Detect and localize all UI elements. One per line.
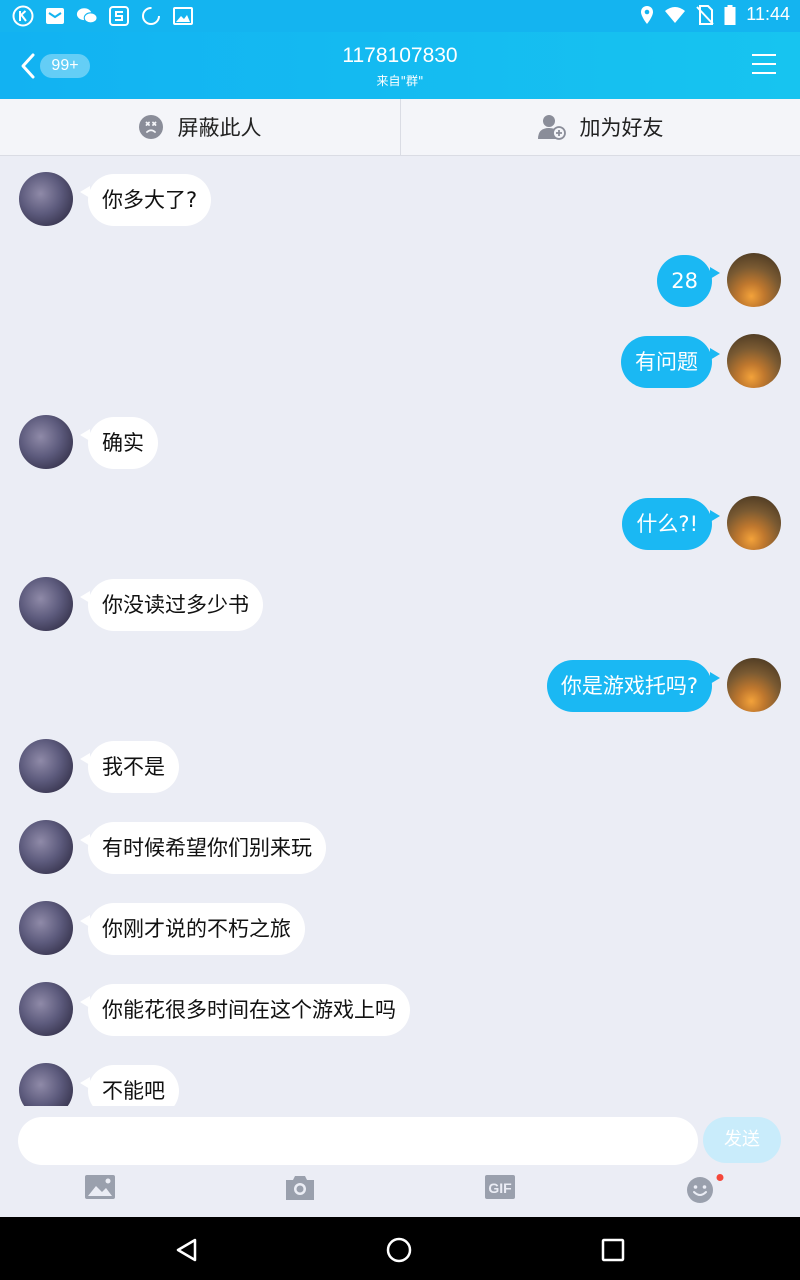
- wifi-icon: [665, 6, 686, 23]
- add-friend-icon: [537, 115, 566, 140]
- location-icon: [641, 5, 654, 24]
- system-nav-bar: [0, 1217, 800, 1280]
- message-bubble[interactable]: 我不是: [80, 741, 179, 793]
- menu-button[interactable]: [752, 54, 776, 76]
- page-title: 1178107830: [342, 44, 458, 67]
- image-icon: [85, 1175, 115, 1199]
- contact-avatar[interactable]: [19, 739, 73, 793]
- message-bubble[interactable]: 你没读过多少书: [80, 579, 263, 631]
- message-row: 不能吧: [0, 1063, 800, 1106]
- nav-recents-button[interactable]: [600, 1237, 626, 1263]
- message-row: 确实: [0, 415, 800, 471]
- k-app-icon: [12, 5, 34, 27]
- contact-avatar[interactable]: [19, 172, 73, 226]
- self-avatar[interactable]: [727, 658, 781, 712]
- notification-icons: [12, 5, 194, 27]
- message-bubble[interactable]: 你刚才说的不朽之旅: [80, 903, 305, 955]
- message-row: 你多大了?: [0, 172, 800, 228]
- photo-button[interactable]: [84, 1174, 118, 1204]
- self-avatar[interactable]: [727, 496, 781, 550]
- emoji-button[interactable]: [684, 1174, 724, 1204]
- triangle-back-icon: [176, 1238, 197, 1262]
- chat-header: 99+ 1178107830 来自"群": [0, 32, 800, 99]
- sync-icon: [140, 5, 162, 27]
- contact-avatar[interactable]: [19, 1063, 73, 1106]
- status-bar: 11:44: [0, 0, 800, 32]
- self-avatar[interactable]: [727, 334, 781, 388]
- no-sim-icon: [696, 4, 715, 25]
- message-row: 你是游戏托吗?: [0, 658, 800, 714]
- nav-home-button[interactable]: [386, 1237, 412, 1263]
- block-user-button[interactable]: 屏蔽此人: [0, 99, 399, 155]
- menu-icon-line: [752, 63, 776, 65]
- s-app-icon: [108, 5, 130, 27]
- message-row: 什么?!: [0, 496, 800, 552]
- message-row: 你刚才说的不朽之旅: [0, 901, 800, 957]
- message-row: 有时候希望你们别来玩: [0, 820, 800, 876]
- block-icon: [138, 115, 163, 139]
- add-friend-label: 加为好友: [579, 116, 664, 140]
- block-user-label: 屏蔽此人: [177, 116, 262, 140]
- message-list[interactable]: 你多大了? 28 有问题 确实 什么?! 你没读过多少书 你是游戏托吗? 我不是…: [0, 156, 800, 1106]
- message-bubble[interactable]: 什么?!: [622, 498, 720, 550]
- contact-avatar[interactable]: [19, 415, 73, 469]
- gif-icon: GIF: [485, 1175, 515, 1199]
- message-row: 有问题: [0, 334, 800, 390]
- message-bubble[interactable]: 28: [657, 255, 720, 307]
- message-bubble[interactable]: 你多大了?: [79, 174, 212, 226]
- message-row: 我不是: [0, 739, 800, 795]
- action-bar: 屏蔽此人 加为好友: [0, 99, 800, 156]
- message-input[interactable]: [18, 1117, 698, 1165]
- message-bubble[interactable]: 有问题: [621, 336, 720, 388]
- message-bubble[interactable]: 你是游戏托吗?: [546, 660, 721, 712]
- gif-label: GIF: [488, 1180, 512, 1196]
- camera-button[interactable]: [284, 1174, 318, 1204]
- system-status: 11:44: [640, 4, 790, 25]
- send-button[interactable]: 发送: [703, 1117, 781, 1163]
- emoji-icon: [687, 1174, 724, 1203]
- message-bubble[interactable]: 你能花很多时间在这个游戏上吗: [80, 984, 410, 1036]
- camera-icon: [286, 1176, 314, 1200]
- message-bubble[interactable]: 有时候希望你们别来玩: [80, 822, 326, 874]
- message-row: 你没读过多少书: [0, 577, 800, 633]
- contact-avatar[interactable]: [19, 982, 73, 1036]
- message-bubble[interactable]: 确实: [80, 417, 158, 469]
- circle-home-icon: [386, 1237, 412, 1263]
- message-row: 你能花很多时间在这个游戏上吗: [0, 982, 800, 1038]
- gif-button[interactable]: GIF: [484, 1174, 518, 1204]
- square-recents-icon: [601, 1238, 625, 1262]
- add-friend-button[interactable]: 加为好友: [400, 99, 800, 155]
- page-subtitle: 来自"群": [376, 74, 424, 88]
- battery-icon: [724, 4, 736, 25]
- menu-icon-line: [752, 72, 776, 74]
- menu-icon-line: [752, 54, 776, 56]
- image-icon: [172, 5, 194, 27]
- self-avatar[interactable]: [727, 253, 781, 307]
- message-bubble[interactable]: 不能吧: [80, 1065, 179, 1106]
- clock: 11:44: [746, 4, 790, 24]
- mail-icon: [44, 5, 66, 27]
- contact-avatar[interactable]: [19, 577, 73, 631]
- contact-avatar[interactable]: [19, 820, 73, 874]
- wechat-icon: [76, 5, 98, 27]
- nav-back-button[interactable]: [174, 1237, 200, 1263]
- message-row: 28: [0, 253, 800, 309]
- composer: 发送 GIF: [0, 1106, 800, 1216]
- contact-avatar[interactable]: [19, 901, 73, 955]
